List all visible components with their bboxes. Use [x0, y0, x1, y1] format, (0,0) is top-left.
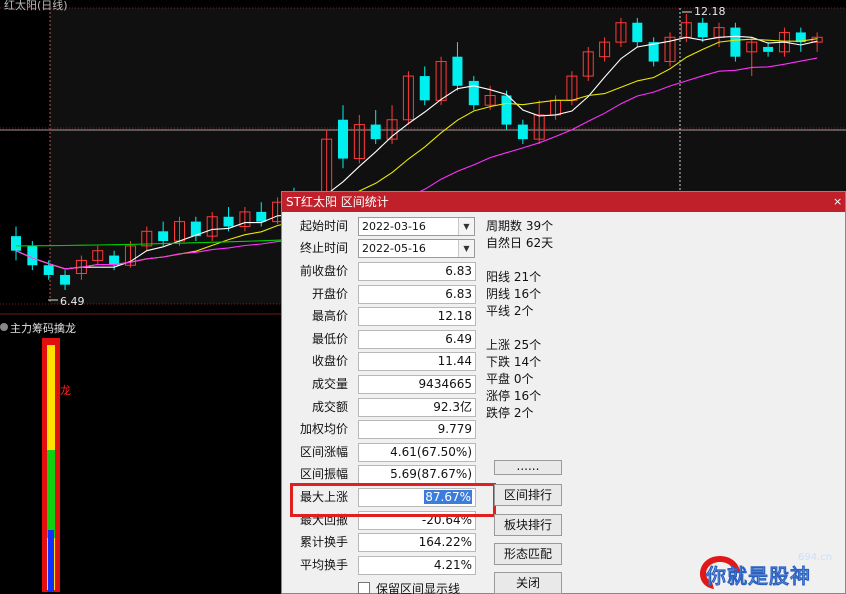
keep-line-checkbox[interactable]: [358, 582, 370, 594]
stat-row-value: 5.69(87.67%): [390, 467, 472, 481]
stat-row-label: 前收盘价: [299, 264, 348, 278]
highlight-box: [290, 483, 496, 517]
count-stat: 阳线 21个: [486, 270, 542, 284]
stat-row-value: 6.83: [445, 264, 472, 278]
close-icon[interactable]: ×: [833, 192, 843, 212]
indicator-side-label: 龙: [60, 384, 71, 397]
candle-body: [223, 216, 234, 227]
keep-line-label: 保留区间显示线: [376, 582, 461, 594]
candle-body: [370, 124, 381, 140]
candle-body: [517, 124, 528, 140]
settings-icon: [0, 323, 8, 331]
stat-row-label: 区间涨幅: [299, 445, 348, 459]
candle-body: [501, 95, 512, 125]
stat-row-value-field[interactable]: 12.18: [358, 307, 476, 326]
candle-body: [468, 80, 479, 106]
end-time-label: 终止时间: [299, 241, 348, 255]
count-stat: 下跌 14个: [486, 355, 542, 369]
stat-row-label: 成交量: [311, 377, 348, 391]
indicator-green-bar: [47, 450, 55, 538]
close-button[interactable]: 关闭: [494, 572, 562, 594]
indicator-blue-bar: [48, 530, 54, 592]
stat-row-label: 加权均价: [299, 422, 348, 436]
end-date-value: 2022-05-16: [362, 242, 426, 255]
candle-body: [158, 231, 169, 242]
count-stat: 周期数 39个: [486, 219, 554, 233]
interval-rank-button[interactable]: 区间排行: [494, 484, 562, 506]
start-date-value: 2022-03-16: [362, 220, 426, 233]
candle-body: [763, 46, 774, 52]
stat-row-value-field[interactable]: 4.61(67.50%): [358, 443, 476, 462]
stat-row-label: 区间振幅: [299, 467, 348, 481]
candle-body: [43, 265, 54, 275]
stat-row-value: 11.44: [437, 354, 472, 368]
candle-body: [256, 211, 267, 222]
stat-row-value: 6.83: [445, 287, 472, 301]
count-stat: 自然日 62天: [486, 236, 554, 250]
stat-row-label: 最高价: [311, 309, 348, 323]
stat-row-value: 6.49: [445, 332, 472, 346]
count-stat: 涨停 16个: [486, 389, 542, 403]
stat-row-value-field[interactable]: 9434665: [358, 375, 476, 394]
indicator-title: 主力筹码擒龙: [10, 322, 76, 335]
chevron-down-icon[interactable]: ▼: [458, 218, 474, 235]
chevron-down-icon[interactable]: ▼: [458, 240, 474, 257]
stat-row-value-field[interactable]: 5.69(87.67%): [358, 465, 476, 484]
watermark: 你就是股神 694.cn: [698, 548, 846, 594]
stat-row-value-field[interactable]: 6.83: [358, 262, 476, 281]
candle-body: [632, 22, 643, 43]
chart-title: 红太阳(日线): [4, 0, 68, 12]
start-time-label: 起始时间: [299, 219, 348, 233]
candle-body: [338, 119, 348, 159]
stat-row-value-field[interactable]: 4.21%: [358, 556, 476, 575]
candle-body: [730, 27, 741, 57]
stat-row-value: 164.22%: [418, 535, 472, 549]
candle-body: [452, 56, 463, 86]
candle-body: [11, 236, 21, 251]
end-date-picker[interactable]: 2022-05-16 ▼: [358, 239, 475, 258]
stat-row-value-field[interactable]: 6.49: [358, 330, 476, 349]
count-stat: 平盘 0个: [486, 372, 534, 386]
watermark-site: 694.cn: [798, 552, 833, 563]
low-price-label: 6.49: [60, 295, 85, 308]
count-stat: 平线 2个: [486, 304, 534, 318]
candle-body: [697, 22, 708, 38]
stat-row-value: 9.779: [437, 422, 472, 436]
stat-row-label: 累计换手: [299, 535, 348, 549]
stat-row-value-field[interactable]: 11.44: [358, 352, 476, 371]
stat-row-value-field[interactable]: 92.3亿: [358, 398, 476, 417]
dialog-titlebar[interactable]: ST红太阳 区间统计 ×: [282, 192, 845, 212]
stat-row-label: 开盘价: [311, 287, 348, 301]
candle-body: [27, 245, 38, 266]
stat-row-value-field[interactable]: 164.22%: [358, 533, 476, 552]
candle-body: [60, 274, 71, 285]
block-rank-button[interactable]: 板块排行: [494, 514, 562, 536]
stat-row-label: 成交额: [311, 400, 348, 414]
watermark-text: 你就是股神: [706, 564, 811, 589]
stat-row-value-field[interactable]: 6.83: [358, 285, 476, 304]
stat-row-value-field[interactable]: 9.779: [358, 420, 476, 439]
stat-row-label: 最低价: [311, 332, 348, 346]
stat-row-value: 92.3亿: [433, 400, 472, 414]
start-date-picker[interactable]: 2022-03-16 ▼: [358, 217, 475, 236]
stat-row-value: 4.61(67.50%): [390, 445, 472, 459]
count-stat: 阴线 16个: [486, 287, 542, 301]
stat-row-label: 平均换手: [299, 558, 348, 572]
dialog-title: ST红太阳 区间统计: [286, 195, 389, 209]
stat-row-value: 12.18: [437, 309, 472, 323]
stat-row-value: 4.21%: [433, 558, 472, 572]
count-stat: 上涨 25个: [486, 338, 542, 352]
stat-row-label: 收盘价: [311, 354, 348, 368]
count-stat: 跌停 2个: [486, 406, 534, 420]
interval-stats-dialog: ST红太阳 区间统计 × 起始时间 2022-03-16 ▼ 终止时间 2022…: [281, 191, 846, 594]
high-price-label: 12.18: [694, 5, 726, 18]
candle-body: [419, 76, 430, 101]
pattern-match-button[interactable]: 形态匹配: [494, 543, 562, 565]
stat-row-value: 9434665: [418, 377, 472, 391]
more-button[interactable]: ......: [494, 460, 562, 475]
